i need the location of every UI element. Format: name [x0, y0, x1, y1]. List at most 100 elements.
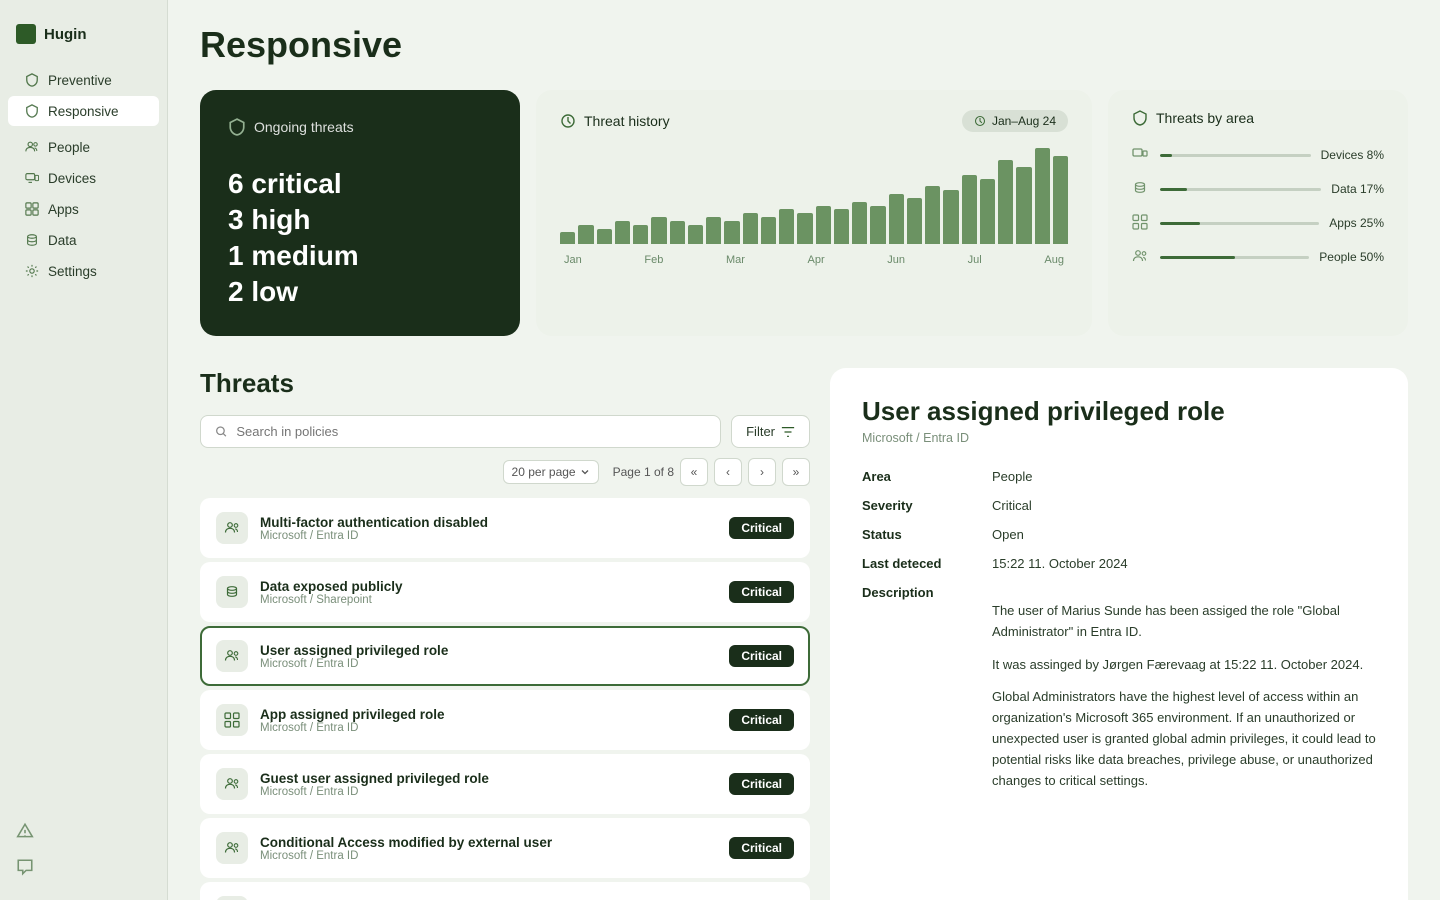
chart-bar: [651, 217, 666, 244]
threat-item-info: Conditional Access modified by external …: [260, 835, 717, 862]
filter-button[interactable]: Filter: [731, 415, 810, 448]
chart-bar: [943, 190, 958, 244]
threat-list-item[interactable]: Guest user assigned privileged role Micr…: [200, 754, 810, 814]
high-count: 3 high: [228, 204, 492, 236]
search-input[interactable]: [236, 424, 706, 439]
threat-list-item[interactable]: Data exposed publicly Microsoft / Sharep…: [200, 562, 810, 622]
search-box[interactable]: [200, 415, 721, 448]
chart-bar: [907, 198, 922, 244]
severity-field-label: Severity: [862, 498, 992, 513]
ongoing-threats-card: Ongoing threats 6 critical 3 high 1 medi…: [200, 90, 520, 336]
severity-badge: Critical: [729, 645, 794, 667]
shield-active-icon: [24, 103, 40, 119]
threat-item-sub: Microsoft / Entra ID: [260, 850, 717, 862]
severity-badge: Critical: [729, 581, 794, 603]
threat-list-item[interactable]: Multi-factor authentication disabled Mic…: [200, 498, 810, 558]
threat-item-sub: Microsoft / Entra ID: [260, 530, 717, 542]
area-item-apps: Apps 25%: [1132, 214, 1384, 232]
chat-button[interactable]: [0, 850, 167, 884]
area-item-devices: Devices 8%: [1132, 146, 1384, 164]
threats-list-panel: Threats Filter 20 per page: [200, 368, 810, 900]
critical-count: 6 critical: [228, 168, 492, 200]
area-apps-icon: [1132, 214, 1150, 232]
sidebar-item-data[interactable]: Data: [8, 225, 159, 255]
settings-icon: [24, 263, 40, 279]
detail-fields: Area People Severity Critical Status Ope…: [862, 469, 1376, 791]
sidebar-item-settings[interactable]: Settings: [8, 256, 159, 286]
sidebar-item-label-devices: Devices: [48, 171, 96, 186]
prev-page-button[interactable]: ‹: [714, 458, 742, 486]
area-bar-devices: [1160, 154, 1311, 157]
detail-title: User assigned privileged role: [862, 396, 1376, 427]
threat-item-info: User assigned privileged role Microsoft …: [260, 643, 717, 670]
detail-description: Description The user of Marius Sunde has…: [862, 585, 1376, 791]
threat-item-icon: [216, 768, 248, 800]
threat-list-item[interactable]: User assigned privileged role Microsoft …: [200, 626, 810, 686]
chart-bar: [743, 213, 758, 244]
chart-bar: [1035, 148, 1050, 244]
description-field-label: Description: [862, 585, 992, 791]
area-devices-icon: [1132, 146, 1150, 164]
area-bar-people: [1160, 256, 1309, 259]
sidebar-item-responsive[interactable]: Responsive: [8, 96, 159, 126]
area-bar-apps: [1160, 222, 1319, 225]
sidebar-item-apps[interactable]: Apps: [8, 194, 159, 224]
threat-item-name: Guest user assigned privileged role: [260, 771, 717, 786]
chart-bar: [870, 206, 885, 244]
chart-bar: [560, 232, 575, 244]
alert-button[interactable]: [0, 814, 167, 848]
chart-bar: [670, 221, 685, 244]
chart-bar: [925, 186, 940, 244]
per-page-select[interactable]: 20 per page: [503, 460, 599, 484]
shield-icon: [24, 72, 40, 88]
threat-item-info: Data exposed publicly Microsoft / Sharep…: [260, 579, 717, 606]
people-icon: [24, 139, 40, 155]
data-icon: [24, 232, 40, 248]
first-page-button[interactable]: «: [680, 458, 708, 486]
area-label-apps: Apps 25%: [1329, 216, 1384, 230]
detail-status: Status Open: [862, 527, 1376, 542]
area-bar-data: [1160, 188, 1321, 191]
detail-area: Area People: [862, 469, 1376, 484]
app-name: Hugin: [44, 26, 87, 43]
area-label-people: People 50%: [1319, 250, 1384, 264]
sidebar-item-preventive[interactable]: Preventive: [8, 65, 159, 95]
page-title: Responsive: [200, 24, 1408, 66]
date-range-badge[interactable]: Jan–Aug 24: [962, 110, 1068, 132]
area-label-devices: Devices 8%: [1321, 148, 1384, 162]
detail-sub: Microsoft / Entra ID: [862, 431, 1376, 445]
threats-by-area-card: Threats by area Devices 8%: [1108, 90, 1408, 336]
threat-item-sub: Microsoft / Entra ID: [260, 722, 717, 734]
chart-bar: [761, 217, 776, 244]
chart-bar: [998, 160, 1013, 244]
threats-section-title: Threats: [200, 368, 810, 399]
threat-list-item[interactable]: App assigned privileged role Microsoft /…: [200, 690, 810, 750]
last-page-button[interactable]: »: [782, 458, 810, 486]
sidebar-item-label-responsive: Responsive: [48, 104, 119, 119]
threat-item-icon: [216, 896, 248, 900]
desc3: Global Administrators have the highest l…: [992, 687, 1376, 791]
sidebar-item-people[interactable]: People: [8, 132, 159, 162]
area-item-data: Data 17%: [1132, 180, 1384, 198]
ongoing-threats-title: Ongoing threats: [254, 119, 354, 135]
severity-badge: Critical: [729, 709, 794, 731]
chart-bar: [578, 225, 593, 244]
chart-bar: [797, 213, 812, 244]
next-page-button[interactable]: ›: [748, 458, 776, 486]
pagination-row: 20 per page Page 1 of 8 « ‹ › »: [200, 458, 810, 486]
sidebar-item-label-settings: Settings: [48, 264, 97, 279]
threat-item-icon: [216, 640, 248, 672]
summary-cards: Ongoing threats 6 critical 3 high 1 medi…: [200, 90, 1408, 336]
last-detected-field-label: Last deteced: [862, 556, 992, 571]
threat-list-item[interactable]: CoPilot enabled Microsoft / Admin High: [200, 882, 810, 900]
nav-section-2: People Devices Apps Data Settings: [0, 131, 167, 287]
sidebar-item-devices[interactable]: Devices: [8, 163, 159, 193]
threat-history-card: Threat history Jan–Aug 24 Jan Feb Mar Ap…: [536, 90, 1092, 336]
threat-item-sub: Microsoft / Entra ID: [260, 658, 717, 670]
detail-last-detected: Last deteced 15:22 11. October 2024: [862, 556, 1376, 571]
main-content: Responsive Ongoing threats 6 critical 3 …: [168, 0, 1440, 900]
page-info: Page 1 of 8: [613, 465, 674, 479]
threat-list-item[interactable]: Conditional Access modified by external …: [200, 818, 810, 878]
app-logo[interactable]: Hugin: [0, 16, 167, 64]
threat-item-icon: [216, 704, 248, 736]
